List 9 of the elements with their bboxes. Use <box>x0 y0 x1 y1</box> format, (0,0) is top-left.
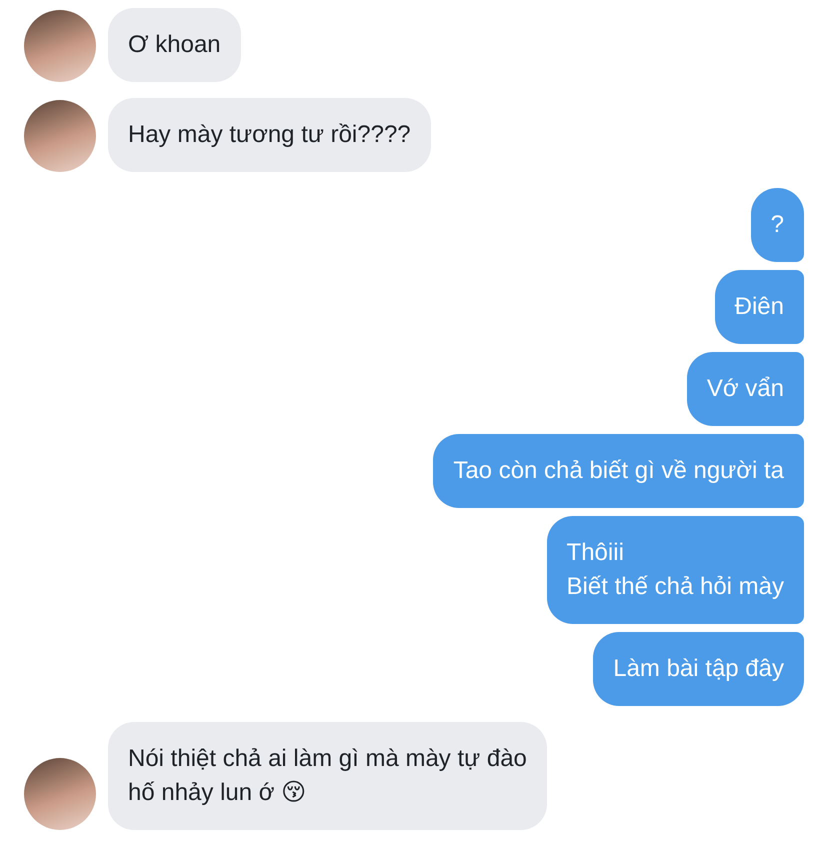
received-message: Hay mày tương tư rồi???? <box>108 98 431 172</box>
received-message: Nói thiệt chả ai làm gì mà mày tự đào hố nhảy lun ớ 😚 <box>108 722 547 830</box>
sent-message: Làm bài tập đây <box>593 632 804 706</box>
sent-message: Tao còn chả biết gì về người ta <box>433 434 804 508</box>
sent-message: Thôiii Biết thế chả hỏi mày <box>546 516 804 624</box>
sent-message: Điên <box>714 270 804 344</box>
received-message: Ơ khoan <box>108 8 241 82</box>
sent-message: Vớ vẩn <box>686 352 804 426</box>
sent-message: ? <box>750 188 804 262</box>
